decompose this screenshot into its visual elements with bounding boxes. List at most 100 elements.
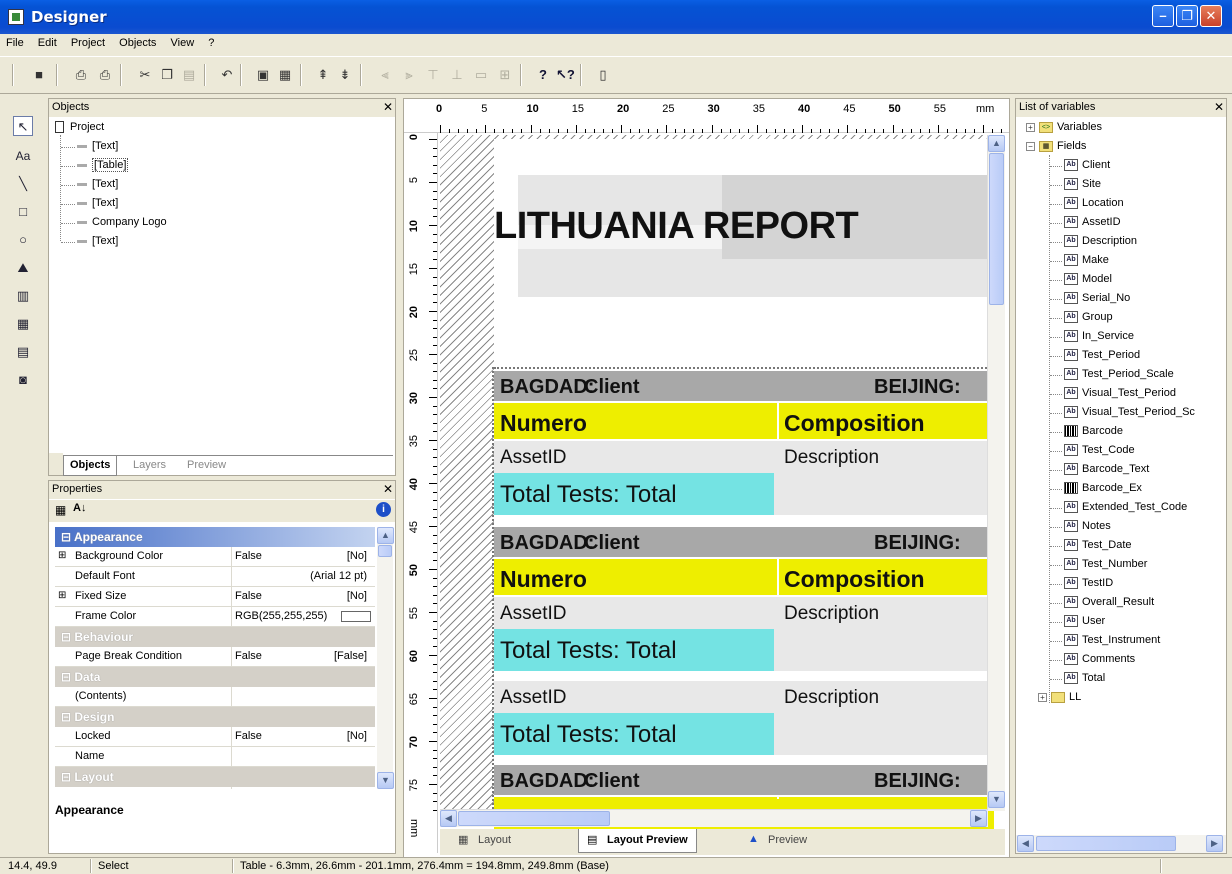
copy-icon[interactable]: ❐ — [158, 66, 176, 84]
property-row[interactable]: Locked False [No] — [55, 727, 375, 747]
field-item[interactable]: Ab User — [1064, 615, 1105, 628]
total-cell[interactable]: Total Tests: Total — [494, 473, 774, 515]
tab-objects[interactable]: Objects — [63, 456, 118, 476]
menu-view[interactable]: View — [165, 34, 200, 49]
report-page[interactable]: LITHUANIA REPORT BAGDAD: Client BEIJING: Nu… — [492, 139, 994, 835]
property-row[interactable]: Default Font (Arial 12 pt) — [55, 567, 375, 587]
same-size-icon[interactable]: ▭ — [472, 66, 490, 84]
field-item[interactable]: Ab Description — [1064, 235, 1137, 248]
collapse-icon[interactable]: ⊟ — [61, 630, 74, 644]
field-item[interactable]: Ab Test_Number — [1064, 558, 1147, 571]
field-item[interactable]: Ab In_Service — [1064, 330, 1134, 343]
property-category[interactable]: ⊟ Layout — [55, 767, 375, 787]
field-item[interactable]: Ab AssetID — [1064, 216, 1121, 229]
align-left-icon[interactable]: ⫷ — [376, 66, 394, 84]
text-tool-icon[interactable]: Aa — [13, 146, 33, 166]
tree-fields[interactable]: − ▦ Fields — [1026, 140, 1086, 152]
detail-row[interactable]: AssetID Description — [494, 597, 994, 629]
field-item[interactable]: Ab Test_Code — [1064, 444, 1135, 457]
object-tree-item[interactable]: [Text] — [77, 140, 118, 152]
field-item[interactable]: Ab Comments — [1064, 653, 1135, 666]
field-item[interactable]: Ab Client — [1064, 159, 1110, 172]
barcode-tool-icon[interactable]: ▥ — [13, 286, 33, 306]
align-bottom-icon[interactable]: ⊥ — [448, 66, 466, 84]
tree-variables[interactable]: + <> Variables — [1026, 121, 1102, 133]
group-header-band[interactable]: BAGDAD: Client BEIJING: — [494, 371, 994, 401]
group-header-band[interactable]: BAGDAD: Client BEIJING: — [494, 765, 994, 795]
info-icon[interactable]: i — [376, 502, 391, 517]
object-tree-item[interactable]: [Text] — [77, 178, 118, 190]
context-help-icon[interactable]: ↖? — [556, 66, 575, 84]
detail-row[interactable]: AssetID Description — [494, 681, 994, 713]
bring-front-icon[interactable]: ⇞ — [314, 66, 332, 84]
field-item[interactable]: Ab Make — [1064, 254, 1109, 267]
object-tree-item[interactable]: [Text] — [77, 197, 118, 209]
field-item[interactable]: Ab Barcode_Text — [1064, 463, 1149, 476]
align-top-icon[interactable]: ⊤ — [424, 66, 442, 84]
column-header-band[interactable]: Numero Composition — [494, 403, 994, 439]
tree-ll[interactable]: + LL — [1038, 691, 1081, 703]
color-swatch[interactable] — [341, 611, 371, 622]
field-item[interactable]: Ab Total — [1064, 672, 1105, 685]
field-item[interactable]: Ab Group — [1064, 311, 1113, 324]
collapse-icon[interactable]: − — [1026, 141, 1035, 151]
field-item[interactable]: Ab Model — [1064, 273, 1112, 286]
property-value[interactable]: False — [235, 550, 262, 562]
form-tool-icon[interactable]: ▤ — [13, 342, 33, 362]
close-button[interactable]: ✕ — [1200, 5, 1222, 27]
save-icon[interactable]: ■ — [30, 66, 48, 84]
table-tool-icon[interactable]: ▦ — [13, 314, 33, 334]
field-item[interactable]: Ab Test_Date — [1064, 539, 1132, 552]
field-item[interactable]: Ab Serial_No — [1064, 292, 1130, 305]
menu-edit[interactable]: Edit — [32, 34, 62, 49]
variables-horizontal-scrollbar[interactable]: ◀ ▶ — [1016, 835, 1226, 853]
collapse-icon[interactable]: ⊟ — [61, 670, 74, 684]
design-vertical-scrollbar[interactable]: ▲ ▼ — [987, 135, 1005, 811]
tab-preview[interactable]: Preview — [181, 456, 232, 476]
column-header-band[interactable]: Numero Composition — [494, 559, 994, 595]
expand-icon[interactable]: + — [1038, 692, 1047, 702]
field-item[interactable]: Barcode — [1064, 425, 1123, 438]
layers-icon[interactable]: ▣ — [254, 66, 272, 84]
field-item[interactable]: Ab Test_Instrument — [1064, 634, 1160, 647]
sort-az-icon[interactable]: A↓ — [73, 502, 86, 514]
field-item[interactable]: Ab Overall_Result — [1064, 596, 1154, 609]
property-row[interactable]: ⊞ Fixed Size False [No] — [55, 587, 375, 607]
property-row[interactable]: (Contents) — [55, 687, 375, 707]
field-item[interactable]: Ab Visual_Test_Period_Sc — [1064, 406, 1195, 419]
field-item[interactable]: Ab Extended_Test_Code — [1064, 501, 1187, 514]
rectangle-tool-icon[interactable]: □ — [13, 202, 33, 222]
exit-icon[interactable]: ▯ — [594, 66, 612, 84]
menu-help[interactable]: ? — [202, 34, 219, 49]
help-icon[interactable]: ? — [534, 66, 552, 84]
property-row[interactable]: ⊞ Background Color False [No] — [55, 547, 375, 567]
group-header-band[interactable]: BAGDAD: Client BEIJING: — [494, 527, 994, 557]
collapse-icon[interactable]: ⊟ — [61, 710, 74, 724]
align-right-icon[interactable]: ⫸ — [400, 66, 418, 84]
menu-file[interactable]: File — [0, 34, 29, 49]
expand-icon[interactable]: ⊞ — [58, 550, 66, 561]
object-tree-item[interactable]: [Text] — [77, 235, 118, 247]
object-tree-item[interactable]: Company Logo — [77, 216, 167, 228]
properties-panel-close-icon[interactable]: ✕ — [383, 482, 393, 496]
picture-tool-icon[interactable]: ⛰ — [13, 258, 33, 278]
property-value[interactable]: False — [235, 730, 262, 742]
field-item[interactable]: Ab Notes — [1064, 520, 1111, 533]
tree-root[interactable]: Project — [55, 121, 104, 134]
field-item[interactable]: Ab Test_Period — [1064, 349, 1140, 362]
total-cell[interactable]: Total Tests: Total — [494, 713, 774, 755]
send-back-icon[interactable]: ⇟ — [336, 66, 354, 84]
field-item[interactable]: Ab Site — [1064, 178, 1101, 191]
property-category[interactable]: ⊟ Behaviour — [55, 627, 375, 647]
properties-icon[interactable]: ▦ — [276, 66, 294, 84]
select-tool-icon[interactable]: ↖ — [13, 116, 33, 136]
collapse-icon[interactable]: ⊟ — [61, 770, 74, 784]
total-row[interactable]: Total Tests: Total — [494, 713, 994, 755]
property-value[interactable]: RGB(255,255,255) — [235, 610, 327, 622]
paste-icon[interactable]: ▤ — [180, 66, 198, 84]
total-row[interactable]: Total Tests: Total — [494, 629, 994, 671]
collapse-icon[interactable]: ⊟ — [61, 530, 74, 544]
expand-icon[interactable]: ⊞ — [58, 590, 66, 601]
line-tool-icon[interactable]: ╲ — [13, 174, 33, 194]
tab-layers[interactable]: Layers — [127, 456, 172, 476]
